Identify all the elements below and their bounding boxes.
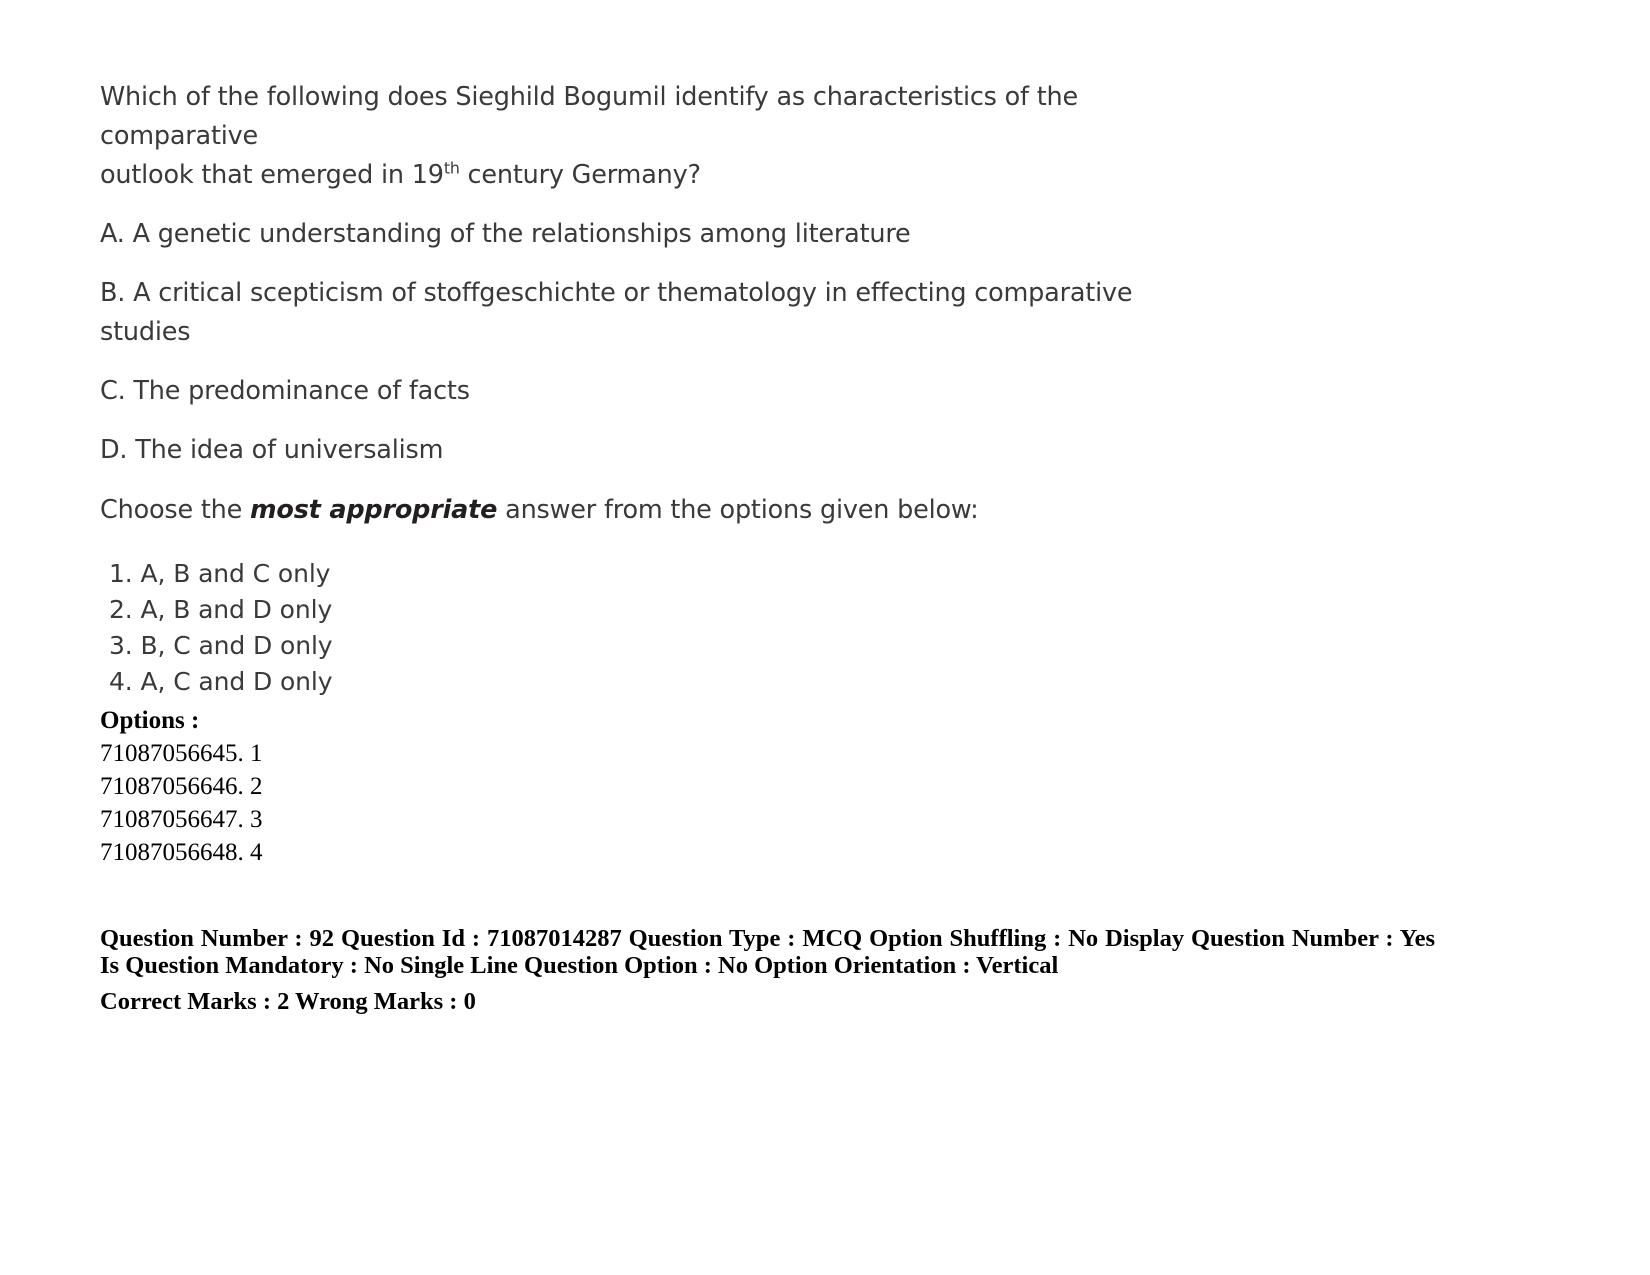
document-page: Which of the following does Sieghild Bog…: [0, 0, 1650, 1275]
option-id-2: 71087056646. 2: [100, 773, 263, 800]
answer-choice-3[interactable]: 3. B, C and D only: [109, 628, 1650, 664]
question-metadata-text: Question Number : 92 Question Id : 71087…: [100, 925, 1435, 979]
answer-choice-1[interactable]: 1. A, B and C only: [109, 556, 1650, 592]
statement-a: A. A genetic understanding of the relati…: [100, 219, 911, 249]
choose-instruction-prefix: Choose the: [100, 495, 251, 525]
options-heading: Options :: [100, 707, 200, 734]
question-stem-line-2-suffix: century Germany?: [459, 160, 701, 190]
statement-b: B. A critical scepticism of stoffgeschic…: [100, 278, 1133, 347]
option-id-1: 71087056645. 1: [100, 740, 263, 767]
choose-instruction-suffix: answer from the options given below:: [497, 495, 979, 525]
option-id-4: 71087056648. 4: [100, 839, 263, 866]
option-id-3: 71087056647. 3: [100, 806, 263, 833]
question-stem: Which of the following does Sieghild Bog…: [100, 78, 1100, 195]
statement-c: C. The predominance of facts: [100, 376, 470, 406]
answer-choice-4[interactable]: 4. A, C and D only: [109, 664, 1650, 700]
choose-instruction: Choose the most appropriate answer from …: [100, 491, 1650, 530]
question-stem-line-1: Which of the following does Sieghild Bog…: [100, 82, 1078, 151]
choose-instruction-emphasis: most appropriate: [250, 495, 498, 525]
ordinal-superscript: th: [443, 158, 460, 178]
question-marks: Correct Marks : 2 Wrong Marks : 0: [100, 988, 476, 1015]
question-metadata: Question Number : 92 Question Id : 71087…: [100, 925, 1435, 979]
statement-d: D. The idea of universalism: [100, 435, 444, 465]
question-stem-line-2-prefix: outlook that emerged in 19: [100, 160, 444, 190]
answer-choice-2[interactable]: 2. A, B and D only: [109, 592, 1650, 628]
answer-choice-list: 1. A, B and C only 2. A, B and D only 3.…: [100, 556, 1650, 700]
